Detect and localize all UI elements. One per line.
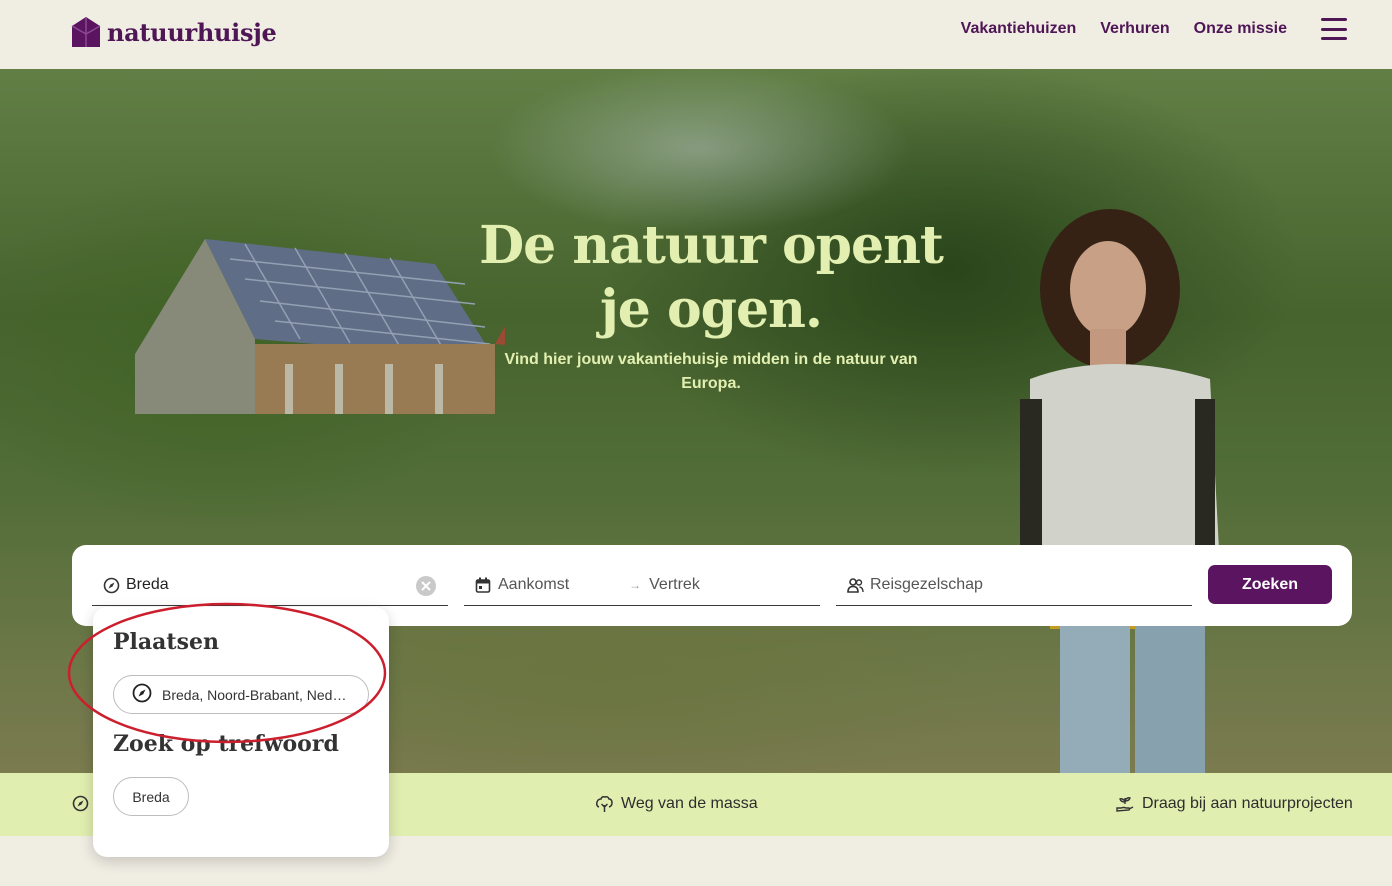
clear-icon[interactable] — [416, 576, 436, 596]
compass-icon — [102, 576, 120, 594]
hero-title: De natuur opent je ogen. — [479, 215, 944, 340]
compass-icon — [132, 683, 152, 706]
calendar-icon — [474, 576, 492, 594]
arrow-right-icon: → — [629, 578, 642, 592]
keyword-heading: Zoek op trefwoord — [113, 731, 339, 757]
hand-plant-icon — [1116, 796, 1134, 812]
nav-link-onze-missie[interactable]: Onze missie — [1194, 20, 1287, 38]
compass-feature-icon — [72, 795, 89, 812]
logo-text: natuurhuisje — [107, 17, 277, 47]
main-nav: Vakantiehuizen Verhuren Onze missie — [961, 18, 1347, 40]
nav-link-verhuren[interactable]: Verhuren — [1100, 20, 1169, 38]
guests-field[interactable]: Reisgezelschap — [836, 565, 1192, 606]
keyword-suggestion[interactable]: Breda — [113, 777, 189, 816]
feature-label: Draag bij aan natuurprojecten — [1142, 795, 1353, 812]
place-suggestion[interactable]: Breda, Noord-Brabant, Nederland — [113, 675, 369, 714]
nav-link-vakantiehuizen[interactable]: Vakantiehuizen — [961, 20, 1077, 38]
feature-away-from-crowds: Weg van de massa — [596, 795, 758, 813]
feature-label: Weg van de massa — [621, 795, 758, 812]
dates-field[interactable]: Aankomst → Vertrek — [464, 565, 820, 606]
logo[interactable]: natuurhuisje — [71, 16, 277, 48]
arrival-placeholder: Aankomst — [498, 576, 570, 593]
feature-nature-projects: Draag bij aan natuurprojecten — [1116, 795, 1353, 813]
users-icon — [846, 576, 864, 594]
place-suggestion-label: Breda, Noord-Brabant, Nederland — [162, 686, 352, 703]
menu-icon[interactable] — [1321, 18, 1347, 40]
guests-placeholder: Reisgezelschap — [870, 576, 983, 593]
places-heading: Plaatsen — [113, 629, 219, 655]
site-header: natuurhuisje Vakantiehuizen Verhuren Onz… — [0, 0, 1392, 69]
tree-icon — [596, 795, 613, 812]
hero-subtitle: Vind hier jouw vakantiehuisje midden in … — [504, 351, 918, 392]
location-field[interactable] — [92, 565, 448, 606]
house-logo-icon — [71, 17, 101, 47]
search-button[interactable]: Zoeken — [1208, 565, 1332, 604]
location-input[interactable] — [126, 576, 406, 594]
autocomplete-dropdown: Plaatsen Breda, Noord-Brabant, Nederland… — [93, 607, 389, 857]
departure-placeholder: Vertrek — [649, 576, 700, 593]
